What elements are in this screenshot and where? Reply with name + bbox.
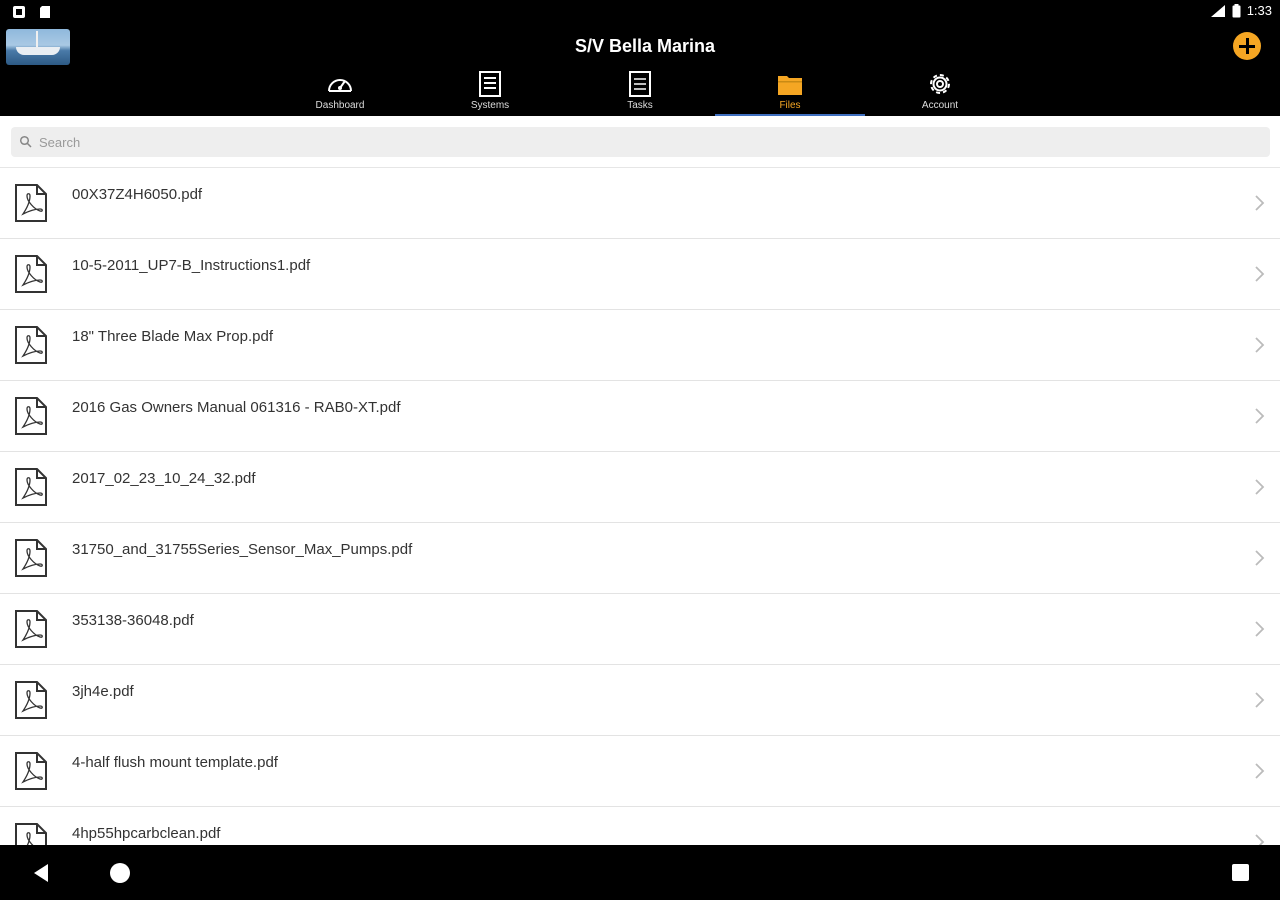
- file-name: 31750_and_31755Series_Sensor_Max_Pumps.p…: [72, 541, 413, 558]
- sd-card-icon: [40, 6, 50, 18]
- search-bar: [0, 116, 1280, 168]
- pdf-file-icon: [15, 610, 47, 648]
- file-row[interactable]: 18" Three Blade Max Prop.pdf: [0, 310, 1280, 381]
- chevron-right-icon: [1255, 834, 1265, 845]
- tab-account[interactable]: Account: [865, 68, 1015, 116]
- file-row[interactable]: 353138-36048.pdf: [0, 594, 1280, 665]
- system-nav-bar: [0, 845, 1280, 900]
- pdf-file-icon: [15, 468, 47, 506]
- page-title: S/V Bella Marina: [574, 36, 716, 56]
- file-name: 00X37Z4H6050.pdf: [72, 186, 203, 203]
- file-row[interactable]: 31750_and_31755Series_Sensor_Max_Pumps.p…: [0, 523, 1280, 594]
- app-header: S/V Bella Marina Dashboard Systems Tasks…: [0, 24, 1280, 116]
- pdf-file-icon: [15, 326, 47, 364]
- pdf-file-icon: [15, 255, 47, 293]
- notification-icon: [13, 6, 25, 18]
- chevron-right-icon: [1255, 550, 1265, 566]
- file-row[interactable]: 4-half flush mount template.pdf: [0, 736, 1280, 807]
- speedometer-icon: [328, 79, 352, 92]
- chevron-right-icon: [1255, 621, 1265, 637]
- recent-apps-button[interactable]: [1232, 864, 1249, 881]
- folder-icon: [778, 76, 802, 95]
- battery-icon: [1232, 3, 1241, 17]
- pdf-file-icon: [15, 823, 47, 845]
- file-name: 4hp55hpcarbclean.pdf: [72, 825, 221, 842]
- file-row[interactable]: 10-5-2011_UP7-B_Instructions1.pdf: [0, 239, 1280, 310]
- pdf-file-icon: [15, 681, 47, 719]
- file-name: 4-half flush mount template.pdf: [72, 754, 278, 771]
- search-input[interactable]: [39, 132, 1239, 152]
- chevron-right-icon: [1255, 763, 1265, 779]
- chevron-right-icon: [1255, 479, 1265, 495]
- file-name: 2016 Gas Owners Manual 061316 - RAB0-XT.…: [72, 399, 401, 416]
- list-icon: [479, 71, 501, 97]
- status-time: 1:33: [1246, 3, 1272, 18]
- home-button[interactable]: [110, 863, 130, 883]
- status-bar: 1:33: [0, 0, 1280, 24]
- chevron-right-icon: [1255, 195, 1265, 211]
- pdf-file-icon: [15, 752, 47, 790]
- status-indicators: 1:33: [1210, 3, 1272, 18]
- gear-icon: [930, 74, 950, 94]
- chevron-right-icon: [1255, 337, 1265, 353]
- file-row[interactable]: 00X37Z4H6050.pdf: [0, 168, 1280, 239]
- chevron-right-icon: [1255, 266, 1265, 282]
- tab-files[interactable]: Files: [715, 68, 865, 116]
- file-row[interactable]: 2017_02_23_10_24_32.pdf: [0, 452, 1280, 523]
- file-name: 18" Three Blade Max Prop.pdf: [72, 328, 273, 345]
- add-button[interactable]: [1233, 32, 1261, 60]
- tab-bar: Dashboard Systems Tasks Files Account: [265, 68, 1015, 116]
- tab-label: Systems: [470, 100, 510, 111]
- file-name: 3jh4e.pdf: [72, 683, 134, 700]
- file-name: 10-5-2011_UP7-B_Instructions1.pdf: [72, 257, 311, 274]
- tab-label: Account: [921, 100, 959, 111]
- file-row[interactable]: 4hp55hpcarbclean.pdf: [0, 807, 1280, 845]
- pdf-file-icon: [15, 184, 47, 222]
- search-box[interactable]: [11, 127, 1270, 157]
- document-list-icon: [629, 71, 651, 97]
- file-row[interactable]: 2016 Gas Owners Manual 061316 - RAB0-XT.…: [0, 381, 1280, 452]
- back-icon[interactable]: [30, 862, 52, 884]
- signal-icon: [1210, 4, 1225, 17]
- chevron-right-icon: [1255, 692, 1265, 708]
- chevron-right-icon: [1255, 408, 1265, 424]
- tab-label: Files: [779, 100, 801, 111]
- pdf-file-icon: [15, 539, 47, 577]
- tab-dashboard[interactable]: Dashboard: [265, 68, 415, 116]
- tab-label: Dashboard: [315, 100, 365, 111]
- tab-label: Tasks: [627, 100, 653, 111]
- search-icon: [19, 135, 32, 148]
- file-row[interactable]: 3jh4e.pdf: [0, 665, 1280, 736]
- status-notifications: [12, 5, 52, 19]
- file-name: 2017_02_23_10_24_32.pdf: [72, 470, 256, 487]
- tab-tasks[interactable]: Tasks: [565, 68, 715, 116]
- pdf-file-icon: [15, 397, 47, 435]
- file-list: 00X37Z4H6050.pdf 10-5-2011_UP7-B_Instruct…: [0, 168, 1280, 845]
- tab-systems[interactable]: Systems: [415, 68, 565, 116]
- file-name: 353138-36048.pdf: [72, 612, 194, 629]
